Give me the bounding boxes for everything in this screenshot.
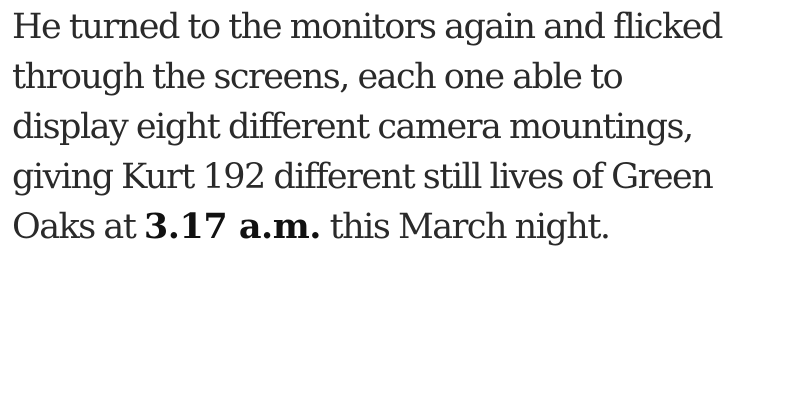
text-line-3: display eight different camera mountings… [12, 107, 694, 147]
text-line-1: He turned to the monitors again and flic… [12, 7, 723, 47]
text-line-5: Oaks at 3.17 a.m. this March night. [12, 202, 800, 252]
text-line-5-end: this March night. [320, 207, 611, 247]
emphasized-time: 3.17 a.m. [143, 206, 322, 247]
text-line-5-start: Oaks at [12, 207, 144, 247]
text-line-4: giving Kurt 192 different still lives of… [12, 157, 714, 197]
document-page: He turned to the monitors again and flic… [0, 0, 800, 400]
story-paragraph: He turned to the monitors again and flic… [12, 2, 800, 252]
text-line-2: through the screens, each one able to [12, 57, 624, 97]
